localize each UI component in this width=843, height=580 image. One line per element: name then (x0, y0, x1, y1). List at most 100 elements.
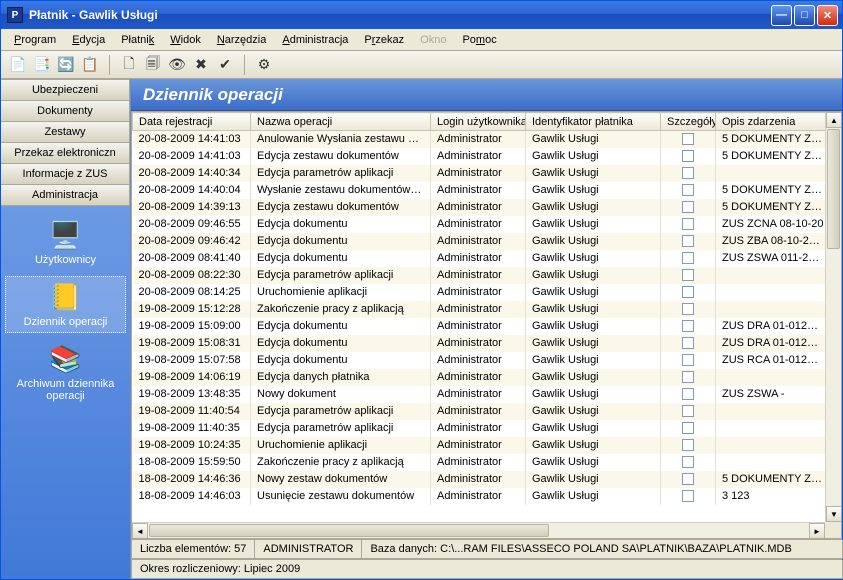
toolbar-copy-icon[interactable]: 🗐 (142, 54, 164, 76)
menu-program[interactable]: Program (7, 32, 63, 48)
table-row[interactable]: 18-08-2009 15:59:50Zakończenie pracy z a… (133, 454, 826, 471)
table-row[interactable]: 20-08-2009 08:14:25Uruchomienie aplikacj… (133, 284, 826, 301)
sidebar-tab-dokumenty[interactable]: Dokumenty (1, 100, 130, 122)
checkbox-icon[interactable] (682, 490, 694, 502)
cell-details[interactable] (661, 352, 716, 369)
table-row[interactable]: 20-08-2009 14:40:34Edycja parametrów apl… (133, 165, 826, 182)
toolbar-delete-icon[interactable]: ✖ (190, 54, 212, 76)
checkbox-icon[interactable] (682, 252, 694, 264)
checkbox-icon[interactable] (682, 320, 694, 332)
sidebar-tab-informacje[interactable]: Informacje z ZUS (1, 163, 130, 185)
cell-details[interactable] (661, 318, 716, 335)
table-row[interactable]: 20-08-2009 09:46:55Edycja dokumentuAdmin… (133, 216, 826, 233)
table-row[interactable]: 19-08-2009 13:48:35Nowy dokumentAdminist… (133, 386, 826, 403)
table-row[interactable]: 20-08-2009 08:41:40Edycja dokumentuAdmin… (133, 250, 826, 267)
vertical-scrollbar[interactable]: ▲ ▼ (825, 112, 841, 522)
checkbox-icon[interactable] (682, 456, 694, 468)
menu-administracja[interactable]: Administracja (275, 32, 355, 48)
cell-details[interactable] (661, 148, 716, 165)
sidebar-item-uzytkownicy[interactable]: 🖥️ Użytkownicy (5, 215, 126, 270)
checkbox-icon[interactable] (682, 150, 694, 162)
col-payer-id[interactable]: Identyfikator płatnika (526, 113, 661, 131)
toolbar-filter-icon[interactable]: ⚙ (253, 54, 275, 76)
scroll-up-icon[interactable]: ▲ (826, 112, 842, 128)
sidebar-tab-administracja[interactable]: Administracja (1, 184, 130, 206)
checkbox-icon[interactable] (682, 473, 694, 485)
checkbox-icon[interactable] (682, 439, 694, 451)
cell-details[interactable] (661, 301, 716, 318)
checkbox-icon[interactable] (682, 167, 694, 179)
scroll-down-icon[interactable]: ▼ (826, 506, 842, 522)
cell-details[interactable] (661, 165, 716, 182)
cell-details[interactable] (661, 131, 716, 148)
col-details[interactable]: Szczegóły (661, 113, 716, 131)
cell-details[interactable] (661, 386, 716, 403)
checkbox-icon[interactable] (682, 184, 694, 196)
cell-details[interactable] (661, 454, 716, 471)
menu-narzedzia[interactable]: Narzędzia (210, 32, 274, 48)
checkbox-icon[interactable] (682, 201, 694, 213)
maximize-button[interactable]: □ (794, 5, 815, 26)
checkbox-icon[interactable] (682, 235, 694, 247)
toolbar-btn-4[interactable]: 📋 (79, 54, 101, 76)
scroll-right-icon[interactable]: ► (809, 523, 825, 539)
menu-platnik[interactable]: Płatnik (114, 32, 161, 48)
table-row[interactable]: 19-08-2009 15:07:58Edycja dokumentuAdmin… (133, 352, 826, 369)
table-row[interactable]: 20-08-2009 14:41:03Edycja zestawu dokume… (133, 148, 826, 165)
checkbox-icon[interactable] (682, 133, 694, 145)
cell-details[interactable] (661, 284, 716, 301)
cell-details[interactable] (661, 216, 716, 233)
cell-details[interactable] (661, 182, 716, 199)
checkbox-icon[interactable] (682, 354, 694, 366)
close-button[interactable]: ✕ (817, 5, 838, 26)
checkbox-icon[interactable] (682, 303, 694, 315)
checkbox-icon[interactable] (682, 388, 694, 400)
horizontal-scrollbar[interactable]: ◄ ► (132, 522, 825, 538)
cell-details[interactable] (661, 471, 716, 488)
checkbox-icon[interactable] (682, 337, 694, 349)
sidebar-item-archiwum[interactable]: 📚 Archiwum dziennika operacji (5, 339, 126, 406)
toolbar-btn-2[interactable]: 📑 (31, 54, 53, 76)
cell-details[interactable] (661, 233, 716, 250)
menu-przekaz[interactable]: Przekaz (357, 32, 411, 48)
menu-edycja[interactable]: Edycja (65, 32, 112, 48)
hscroll-thumb[interactable] (149, 524, 549, 537)
toolbar-btn-1[interactable]: 📄 (7, 54, 29, 76)
sidebar-tab-zestawy[interactable]: Zestawy (1, 121, 130, 143)
table-row[interactable]: 20-08-2009 14:39:13Edycja zestawu dokume… (133, 199, 826, 216)
toolbar-new-icon[interactable]: 🗋 (118, 54, 140, 76)
col-description[interactable]: Opis zdarzenia (716, 113, 826, 131)
titlebar[interactable]: P Płatnik - Gawlik Usługi — □ ✕ (1, 1, 842, 29)
cell-details[interactable] (661, 369, 716, 386)
checkbox-icon[interactable] (682, 371, 694, 383)
cell-details[interactable] (661, 267, 716, 284)
table-row[interactable]: 20-08-2009 14:41:03Anulowanie Wysłania z… (133, 131, 826, 148)
table-row[interactable]: 18-08-2009 14:46:36Nowy zestaw dokumentó… (133, 471, 826, 488)
sidebar-tab-ubezpieczeni[interactable]: Ubezpieczeni (1, 79, 130, 101)
cell-details[interactable] (661, 250, 716, 267)
table-row[interactable]: 19-08-2009 15:08:31Edycja dokumentuAdmin… (133, 335, 826, 352)
table-row[interactable]: 19-08-2009 10:24:35Uruchomienie aplikacj… (133, 437, 826, 454)
cell-details[interactable] (661, 199, 716, 216)
grid-scroll[interactable]: Data rejestracji Nazwa operacji Login uż… (132, 112, 825, 522)
table-row[interactable]: 19-08-2009 11:40:35Edycja parametrów apl… (133, 420, 826, 437)
checkbox-icon[interactable] (682, 422, 694, 434)
table-row[interactable]: 19-08-2009 15:12:28Zakończenie pracy z a… (133, 301, 826, 318)
table-row[interactable]: 19-08-2009 11:40:54Edycja parametrów apl… (133, 403, 826, 420)
col-date[interactable]: Data rejestracji (133, 113, 251, 131)
checkbox-icon[interactable] (682, 405, 694, 417)
col-login[interactable]: Login użytkownika (431, 113, 526, 131)
vscroll-thumb[interactable] (827, 129, 840, 249)
table-row[interactable]: 19-08-2009 14:06:19Edycja danych płatnik… (133, 369, 826, 386)
table-row[interactable]: 18-08-2009 14:46:03Usunięcie zestawu dok… (133, 488, 826, 505)
table-row[interactable]: 20-08-2009 14:40:04Wysłanie zestawu doku… (133, 182, 826, 199)
checkbox-icon[interactable] (682, 286, 694, 298)
checkbox-icon[interactable] (682, 269, 694, 281)
toolbar-view-icon[interactable]: 👁 (166, 54, 188, 76)
sidebar-item-dziennik[interactable]: 📒 Dziennik operacji (5, 276, 126, 333)
cell-details[interactable] (661, 403, 716, 420)
menu-pomoc[interactable]: Pomoc (455, 32, 503, 48)
minimize-button[interactable]: — (771, 5, 792, 26)
cell-details[interactable] (661, 420, 716, 437)
sidebar-tab-przekaz[interactable]: Przekaz elektroniczn (1, 142, 130, 164)
